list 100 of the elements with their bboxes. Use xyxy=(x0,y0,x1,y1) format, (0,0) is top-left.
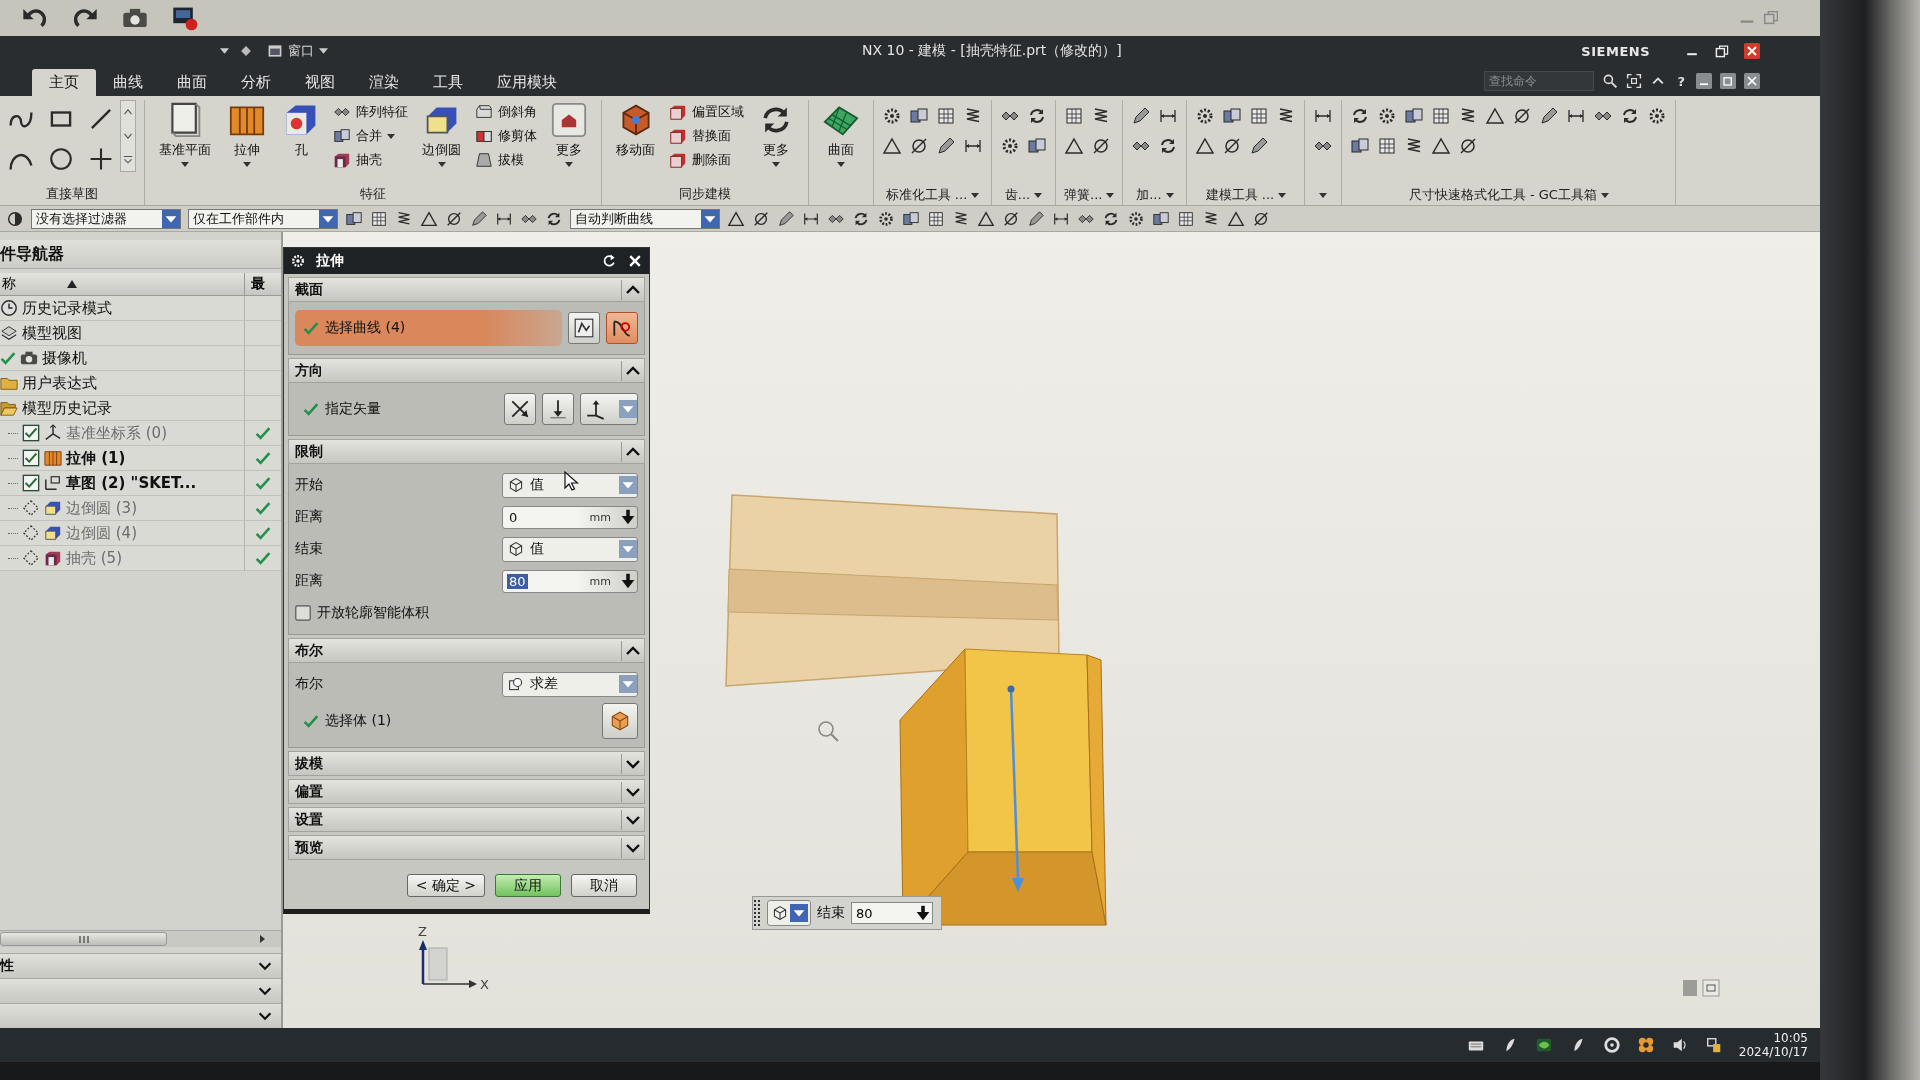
section-header[interactable]: 截面 xyxy=(288,277,645,302)
network-icon[interactable] xyxy=(1704,1036,1723,1054)
section-header[interactable]: 偏置 xyxy=(288,779,645,804)
restore-icon[interactable] xyxy=(1714,43,1730,59)
reset-icon[interactable] xyxy=(601,253,617,269)
section-header[interactable]: 布尔 xyxy=(288,638,645,663)
ribbon-button[interactable]: 倒斜角 xyxy=(473,102,539,122)
ribbon-button[interactable]: 阵列特征 xyxy=(331,102,410,122)
ribbon-button[interactable]: 曲面 xyxy=(817,100,865,169)
caret-icon[interactable] xyxy=(1278,192,1287,198)
body-button[interactable] xyxy=(602,703,638,739)
triangle-icon[interactable] xyxy=(1064,136,1084,156)
type-dropdown[interactable]: 值 xyxy=(502,536,638,562)
half-circle-icon[interactable] xyxy=(6,209,24,228)
triangle-icon[interactable] xyxy=(977,209,995,228)
triangle-icon[interactable] xyxy=(1195,136,1216,156)
ribbon-button[interactable]: 修剪体 xyxy=(473,126,539,146)
distance-field[interactable]: 0 mm xyxy=(502,505,638,529)
caret-icon[interactable] xyxy=(1165,192,1174,198)
tree-row[interactable]: 模型视图 xyxy=(0,321,281,346)
pencil-icon[interactable] xyxy=(470,209,488,228)
triangle-icon[interactable] xyxy=(727,209,745,228)
grid-icon[interactable] xyxy=(927,209,945,228)
triangle-icon[interactable] xyxy=(420,209,438,228)
checkbox[interactable] xyxy=(22,424,40,442)
caret-icon[interactable] xyxy=(1034,192,1043,198)
blocks-icon[interactable] xyxy=(1350,136,1371,156)
distance-field[interactable]: 80 mm xyxy=(502,569,638,593)
pencil-icon[interactable] xyxy=(1027,209,1045,228)
down-arrow-icon[interactable] xyxy=(619,572,637,590)
section-header[interactable]: 拔模 xyxy=(288,751,645,776)
checkbox[interactable] xyxy=(295,605,311,621)
gear-icon[interactable] xyxy=(1127,209,1145,228)
section-header[interactable]: 设置 xyxy=(288,807,645,832)
ribbon-tab[interactable]: 主页 xyxy=(32,69,96,96)
dotted-diamond-icon[interactable] xyxy=(22,549,40,567)
gear-icon[interactable] xyxy=(1000,136,1020,156)
circle-icon[interactable] xyxy=(48,146,74,172)
blocks-icon[interactable] xyxy=(1222,106,1243,126)
command-search-field[interactable]: 查找命令 xyxy=(1484,71,1595,91)
blocks-icon[interactable] xyxy=(902,209,920,228)
search-icon[interactable] xyxy=(1602,73,1619,89)
right-arrow-icon[interactable] xyxy=(257,934,267,944)
grid-icon[interactable] xyxy=(1249,106,1270,126)
triangle-icon[interactable] xyxy=(1431,136,1452,156)
pencil-icon[interactable] xyxy=(777,209,795,228)
tree-row[interactable]: 边倒圆 (4) xyxy=(0,521,281,546)
gear-icon[interactable] xyxy=(882,106,902,126)
slashed-circle-icon[interactable] xyxy=(1091,136,1111,156)
reverse-direction-button[interactable] xyxy=(542,393,574,425)
pencil-icon[interactable] xyxy=(1249,136,1270,156)
type-dropdown[interactable] xyxy=(767,900,811,926)
ribbon-button[interactable]: 偏置区域 xyxy=(667,102,746,122)
grip-icon[interactable] xyxy=(753,898,761,928)
line-icon[interactable] xyxy=(88,106,114,132)
pencil-icon[interactable] xyxy=(936,136,956,156)
dialog-button[interactable]: 取消 xyxy=(571,874,637,897)
scrollbar-thumb[interactable] xyxy=(0,932,167,946)
tree-row[interactable]: 历史记录模式 xyxy=(0,296,281,321)
grid-icon[interactable] xyxy=(1177,209,1195,228)
selection-highlight[interactable]: 选择曲线 (4) xyxy=(295,310,562,346)
fit-view-icon[interactable] xyxy=(1626,73,1643,89)
tree-row[interactable]: 用户表达式 xyxy=(0,371,281,396)
ribbon-button[interactable]: 拔模 xyxy=(473,150,539,170)
ribbon-tab[interactable]: 曲线 xyxy=(96,69,160,96)
screen-record-icon[interactable] xyxy=(172,5,198,31)
pencil-icon[interactable] xyxy=(1539,106,1560,126)
ring-icon[interactable] xyxy=(1602,1036,1621,1054)
caret-icon[interactable] xyxy=(1106,192,1115,198)
collapsed-panel[interactable]: 性 xyxy=(0,953,281,978)
triangle-icon[interactable] xyxy=(1227,209,1245,228)
gear-icon[interactable] xyxy=(290,253,306,269)
grid-icon[interactable] xyxy=(936,106,956,126)
diamond-icon[interactable] xyxy=(239,44,253,58)
ribbon-button[interactable]: 基准平面 xyxy=(153,100,217,169)
dialog-button[interactable]: 应用 xyxy=(495,874,561,897)
gear-icon[interactable] xyxy=(877,209,895,228)
dotted-diamond-icon[interactable] xyxy=(22,499,40,517)
blocks-icon[interactable] xyxy=(1027,136,1047,156)
curve-rule-dropdown[interactable]: 自动判断曲线 xyxy=(570,208,720,229)
ribbon-button[interactable]: 拉伸 xyxy=(223,100,271,169)
section-header[interactable]: 方向 xyxy=(288,358,645,383)
pencil-icon[interactable] xyxy=(1131,106,1152,126)
vector-dialog-button[interactable] xyxy=(504,393,536,425)
down-arrow-icon[interactable] xyxy=(619,508,637,526)
curve-button[interactable] xyxy=(606,312,638,344)
ribbon-tab[interactable]: 分析 xyxy=(224,69,288,96)
checkbox[interactable] xyxy=(22,474,40,492)
filter-dropdown[interactable]: 没有选择过滤器 xyxy=(31,208,181,229)
section-header[interactable]: 预览 xyxy=(288,835,645,860)
ribbon-button[interactable]: 边倒圆 xyxy=(416,100,467,169)
dialog-button[interactable]: < 确定 > xyxy=(406,874,485,897)
tile-icon[interactable] xyxy=(1534,1036,1553,1054)
tree-row[interactable]: 拉伸 (1) xyxy=(0,446,281,471)
grid-icon[interactable] xyxy=(370,209,388,228)
blocks-icon[interactable] xyxy=(1404,106,1425,126)
blocks-icon[interactable] xyxy=(1152,209,1170,228)
ribbon-button[interactable]: 更多 xyxy=(752,100,800,169)
circular-arrows-icon[interactable] xyxy=(1027,106,1047,126)
tree-row[interactable]: 摄像机 xyxy=(0,346,281,371)
